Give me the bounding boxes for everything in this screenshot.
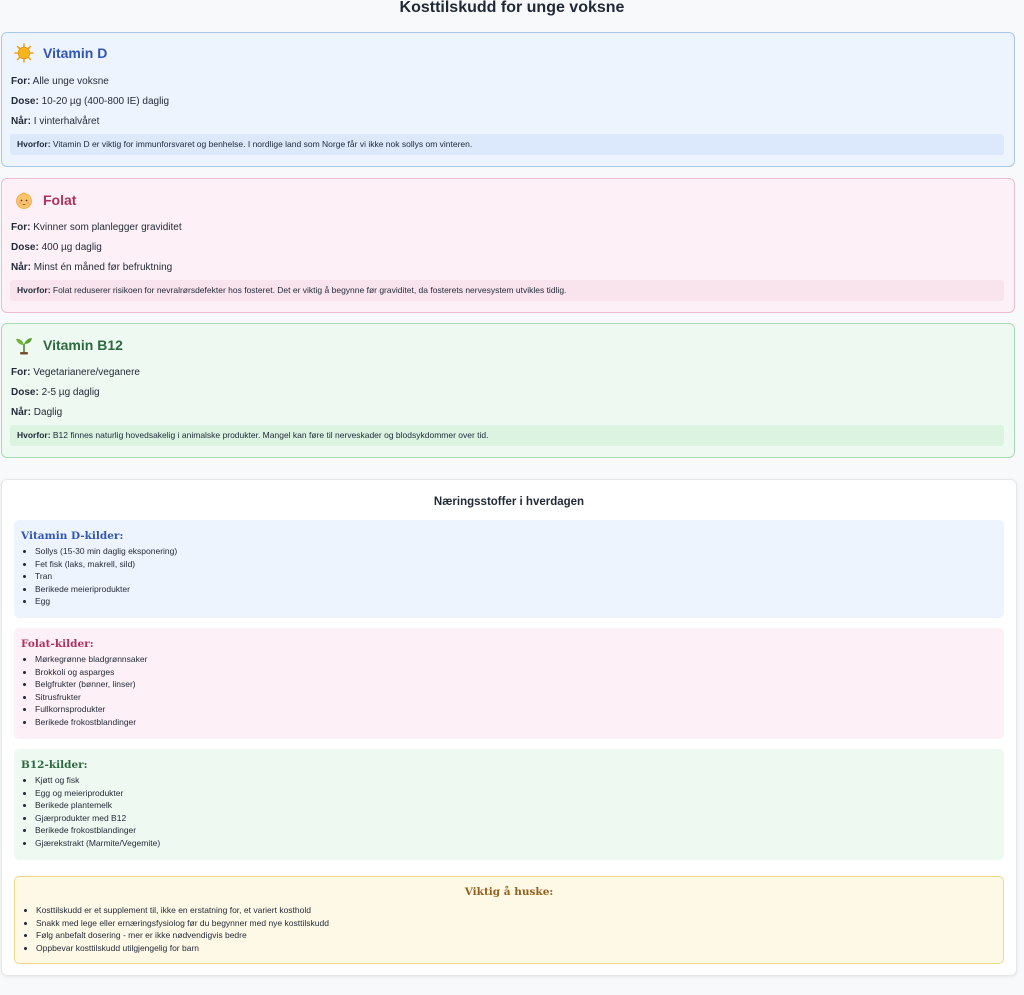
- vitamin-d-title: Vitamin D: [43, 45, 108, 61]
- seedling-icon: [14, 335, 34, 355]
- vitamin-d-for: For: Alle unge voksne: [11, 76, 109, 87]
- vitamin-d-when: Når: I vinterhalvåret: [11, 116, 100, 127]
- folat-why: Hvorfor: Folat reduserer risikoen for ne…: [10, 280, 1004, 301]
- folat-title: Folat: [43, 192, 77, 208]
- list-item: Berikede frokostblandinger: [35, 824, 160, 837]
- b12-sources-list: Kjøtt og fisk Egg og meieriprodukter Ber…: [14, 774, 160, 850]
- sun-icon: [14, 43, 34, 63]
- list-item: Kjøtt og fisk: [35, 774, 160, 787]
- vitamin-d-sources-list: Sollys (15-30 min daglig eksponering) Fe…: [14, 545, 177, 608]
- b12-sources: B12-kilder: Kjøtt og fisk Egg og meierip…: [14, 749, 1004, 860]
- important-reminders: Viktig å huske: Kosttilskudd er et suppl…: [14, 876, 1004, 964]
- folat-header: Folat: [2, 190, 76, 210]
- list-item: Egg: [35, 595, 177, 608]
- important-reminders-list: Kosttilskudd er et supplement til, ikke …: [15, 904, 329, 954]
- important-reminders-title: Viktig å huske:: [464, 886, 554, 898]
- folat-sources-title: Folat-kilder:: [21, 638, 94, 650]
- list-item: Fullkornsprodukter: [35, 703, 147, 716]
- vitamin-d-dose: Dose: 10-20 µg (400-800 IE) daglig: [11, 96, 170, 107]
- vitamin-d-sources-title: Vitamin D-kilder:: [21, 530, 124, 542]
- list-item: Gjærekstrakt (Marmite/Vegemite): [35, 837, 160, 850]
- page-title: Kosttilskudd for unge voksne: [399, 0, 625, 16]
- folat-when: Når: Minst én måned før befruktning: [11, 262, 173, 273]
- folat-card: Folat For: Kvinner som planlegger gravid…: [1, 178, 1015, 313]
- list-item: Brokkoli og asparges: [35, 666, 147, 679]
- vitamin-b12-title: Vitamin B12: [43, 337, 123, 353]
- list-item: Egg og meieriprodukter: [35, 787, 160, 800]
- vitamin-b12-header: Vitamin B12: [2, 335, 123, 355]
- list-item: Oppbevar kosttilskudd utilgjengelig for …: [36, 942, 329, 955]
- vitamin-d-why: Hvorfor: Vitamin D er viktig for immunfo…: [10, 134, 1004, 155]
- folat-dose: Dose: 400 µg daglig: [11, 242, 102, 253]
- list-item: Sitrusfrukter: [35, 691, 147, 704]
- list-item: Berikede meieriprodukter: [35, 583, 177, 596]
- list-item: Snakk med lege eller ernæringsfysiolog f…: [36, 917, 329, 930]
- daily-nutrients-panel: Næringsstoffer i hverdagen Vitamin D-kil…: [1, 479, 1017, 976]
- list-item: Fet fisk (laks, makrell, sild): [35, 558, 177, 571]
- list-item: Mørkegrønne bladgrønnsaker: [35, 653, 147, 666]
- list-item: Berikede frokostblandinger: [35, 716, 147, 729]
- list-item: Kosttilskudd er et supplement til, ikke …: [36, 904, 329, 917]
- list-item: Belgfrukter (bønner, linser): [35, 678, 147, 691]
- vitamin-b12-dose: Dose: 2-5 µg daglig: [11, 387, 100, 398]
- folat-sources: Folat-kilder: Mørkegrønne bladgrønnsaker…: [14, 628, 1004, 739]
- list-item: Berikede plantemelk: [35, 799, 160, 812]
- vitamin-b12-for: For: Vegetarianere/veganere: [11, 367, 140, 378]
- folat-sources-list: Mørkegrønne bladgrønnsaker Brokkoli og a…: [14, 653, 147, 729]
- list-item: Gjærprodukter med B12: [35, 812, 160, 825]
- vitamin-d-sources: Vitamin D-kilder: Sollys (15-30 min dagl…: [14, 520, 1004, 618]
- baby-icon: [14, 190, 34, 210]
- vitamin-b12-why: Hvorfor: B12 finnes naturlig hovedsakeli…: [10, 425, 1004, 446]
- list-item: Tran: [35, 570, 177, 583]
- vitamin-d-card: Vitamin D For: Alle unge voksne Dose: 10…: [1, 32, 1015, 167]
- vitamin-b12-when: Når: Daglig: [11, 407, 63, 418]
- list-item: Følg anbefalt dosering - mer er ikke nød…: [36, 929, 329, 942]
- b12-sources-title: B12-kilder:: [21, 759, 88, 771]
- vitamin-d-header: Vitamin D: [2, 43, 107, 63]
- vitamin-b12-card: Vitamin B12 For: Vegetarianere/veganere …: [1, 323, 1015, 458]
- folat-for: For: Kvinner som planlegger graviditet: [11, 222, 182, 233]
- list-item: Sollys (15-30 min daglig eksponering): [35, 545, 177, 558]
- daily-nutrients-title: Næringsstoffer i hverdagen: [433, 496, 585, 508]
